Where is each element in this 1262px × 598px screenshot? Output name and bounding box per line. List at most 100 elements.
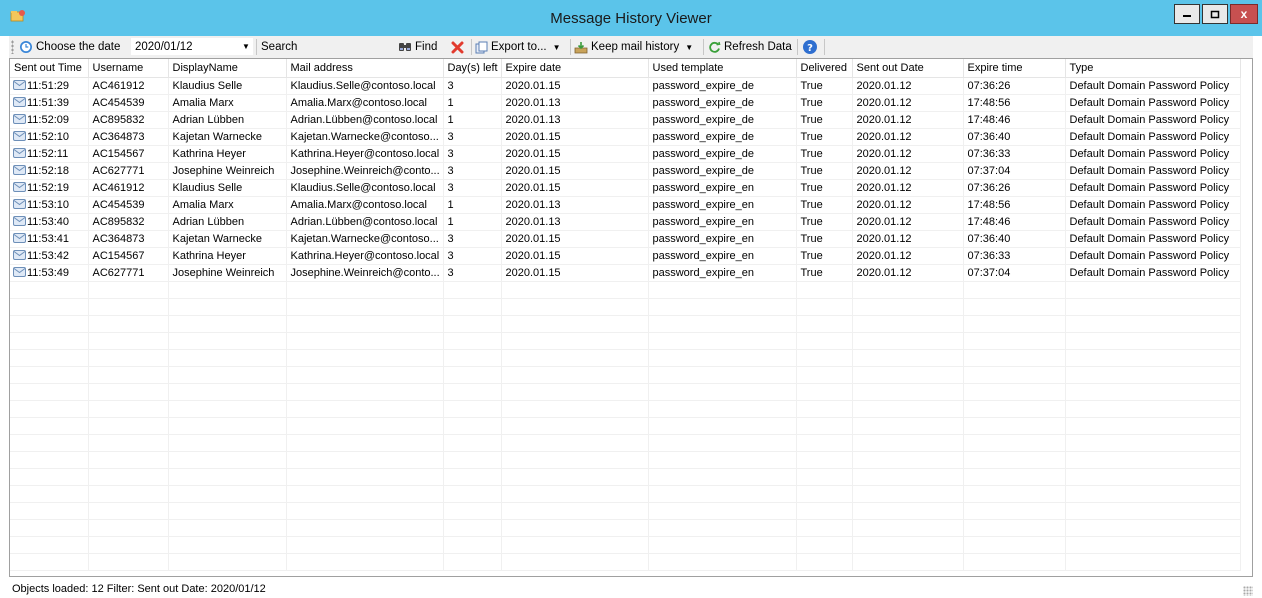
col-expire-date-header[interactable]: Expire date	[501, 59, 649, 78]
col-mail-address-header[interactable]: Mail address	[286, 59, 444, 78]
red-x-icon	[451, 41, 464, 53]
search-label: Search	[261, 41, 298, 53]
find-button[interactable]: Find	[398, 39, 437, 55]
title-bar: Message History Viewer x	[0, 0, 1262, 36]
empty-cell	[88, 468, 169, 486]
empty-cell	[1065, 332, 1241, 350]
empty-cell	[796, 298, 853, 316]
cell-sent-out-date: 2020.01.12	[852, 162, 964, 180]
cell-text: 11:52:10	[27, 130, 70, 143]
cell-text: 11:53:49	[27, 266, 70, 279]
empty-cell	[796, 451, 853, 469]
table-row[interactable]: 11:52:10 AC364873 Kajetan Warnecke Kajetan.…	[10, 128, 1241, 146]
empty-cell	[501, 332, 649, 350]
cell-expire-time: 17:48:56	[963, 94, 1066, 112]
cell-text: 11:51:29	[27, 79, 70, 92]
table-row[interactable]: 11:53:40 AC895832 Adrian Lübben Adrian.Lübb…	[10, 213, 1241, 231]
table-header-row: Sent out Time Username DisplayName Mail …	[10, 59, 1241, 78]
cell-mail-address: Kathrina.Heyer@contoso.local	[286, 145, 444, 163]
cell-sent-out-time: 11:52:19	[10, 179, 89, 197]
table-row[interactable]: 11:53:49 AC627771 Josephine Weinreich Josep…	[10, 264, 1241, 282]
resize-grip[interactable]	[1243, 586, 1253, 596]
empty-cell	[852, 553, 964, 571]
table-row[interactable]: 11:51:39 AC454539 Amalia Marx Amalia.Marx@c…	[10, 94, 1241, 112]
empty-cell	[852, 400, 964, 418]
toolbar-separator	[703, 39, 704, 55]
empty-cell	[501, 502, 649, 520]
empty-cell	[501, 315, 649, 333]
cell-text: 11:51:39	[27, 96, 70, 109]
col-username-header[interactable]: Username	[88, 59, 169, 78]
empty-cell	[88, 298, 169, 316]
table-row[interactable]: 11:53:42 AC154567 Kathrina Heyer Kathrina.H…	[10, 247, 1241, 265]
cell-expire-date: 2020.01.15	[501, 145, 649, 163]
col-sent-out-time-header[interactable]: Sent out Time	[10, 59, 89, 78]
refresh-icon	[709, 41, 721, 53]
empty-cell	[286, 366, 444, 384]
table-row[interactable]: 11:53:41 AC364873 Kajetan Warnecke Kajetan.…	[10, 230, 1241, 248]
keep-mail-history-dropdown-button[interactable]: Keep mail history ▼	[574, 39, 693, 55]
empty-cell	[852, 366, 964, 384]
empty-cell	[286, 485, 444, 503]
cell-delivered: True	[796, 230, 853, 248]
empty-cell	[88, 502, 169, 520]
table-row[interactable]: 11:52:19 AC461912 Klaudius Selle Klaudius.S…	[10, 179, 1241, 197]
empty-row	[10, 434, 1241, 452]
mail-icon	[13, 232, 26, 243]
col-displayname-header[interactable]: DisplayName	[168, 59, 287, 78]
table-row[interactable]: 11:51:29 AC461912 Klaudius Selle Klaudius.S…	[10, 77, 1241, 95]
search-button[interactable]: Search	[261, 39, 297, 55]
minimize-button[interactable]	[1174, 4, 1200, 24]
empty-cell	[443, 536, 502, 554]
empty-cell	[796, 332, 853, 350]
table-row[interactable]: 11:52:11 AC154567 Kathrina Heyer Kathrina.H…	[10, 145, 1241, 163]
cell-mail-address: Klaudius.Selle@contoso.local	[286, 179, 444, 197]
empty-cell	[10, 536, 89, 554]
chevron-down-icon[interactable]: ▼	[239, 42, 253, 51]
empty-row	[10, 417, 1241, 435]
export-dropdown-button[interactable]: Export to... ▼	[475, 39, 561, 55]
binoculars-icon	[399, 43, 411, 51]
clear-button[interactable]	[451, 39, 464, 55]
cell-displayname: Kathrina Heyer	[168, 145, 287, 163]
cell-displayname: Kajetan Warnecke	[168, 230, 287, 248]
empty-cell	[88, 315, 169, 333]
col-type-header[interactable]: Type	[1065, 59, 1241, 78]
cell-username: AC154567	[88, 247, 169, 265]
cell-sent-out-time: 11:53:41	[10, 230, 89, 248]
cell-expire-time: 17:48:46	[963, 111, 1066, 129]
table-row[interactable]: 11:52:09 AC895832 Adrian Lübben Adrian.Lübb…	[10, 111, 1241, 129]
empty-cell	[648, 298, 797, 316]
empty-cell	[286, 502, 444, 520]
col-used-template-header[interactable]: Used template	[648, 59, 797, 78]
empty-cell	[286, 400, 444, 418]
date-combobox[interactable]: 2020/01/12 ▼	[131, 38, 253, 55]
help-button[interactable]: ?	[802, 39, 818, 55]
close-button[interactable]: x	[1230, 4, 1258, 24]
empty-cell	[963, 536, 1066, 554]
empty-cell	[963, 298, 1066, 316]
col-sent-out-date-header[interactable]: Sent out Date	[852, 59, 964, 78]
table-row[interactable]: 11:53:10 AC454539 Amalia Marx Amalia.Marx@c…	[10, 196, 1241, 214]
empty-cell	[963, 383, 1066, 401]
empty-cell	[168, 366, 287, 384]
col-delivered-header[interactable]: Delivered	[796, 59, 853, 78]
empty-cell	[963, 451, 1066, 469]
empty-row	[10, 349, 1241, 367]
empty-cell	[10, 383, 89, 401]
table-row[interactable]: 11:52:18 AC627771 Josephine Weinreich Josep…	[10, 162, 1241, 180]
message-history-grid[interactable]: Sent out Time Username DisplayName Mail …	[9, 58, 1253, 577]
cell-text: 11:53:41	[27, 232, 70, 245]
cell-type: Default Domain Password Policy	[1065, 94, 1241, 112]
empty-cell	[648, 281, 797, 299]
cell-username: AC364873	[88, 230, 169, 248]
col-days-left-header[interactable]: Day(s) left	[443, 59, 502, 78]
cell-type: Default Domain Password Policy	[1065, 247, 1241, 265]
cell-type: Default Domain Password Policy	[1065, 145, 1241, 163]
empty-cell	[168, 553, 287, 571]
col-expire-time-header[interactable]: Expire time	[963, 59, 1066, 78]
cell-mail-address: Josephine.Weinreich@conto...	[286, 162, 444, 180]
cell-mail-address: Amalia.Marx@contoso.local	[286, 196, 444, 214]
maximize-button[interactable]	[1202, 4, 1228, 24]
refresh-data-button[interactable]: Refresh Data	[708, 39, 792, 55]
